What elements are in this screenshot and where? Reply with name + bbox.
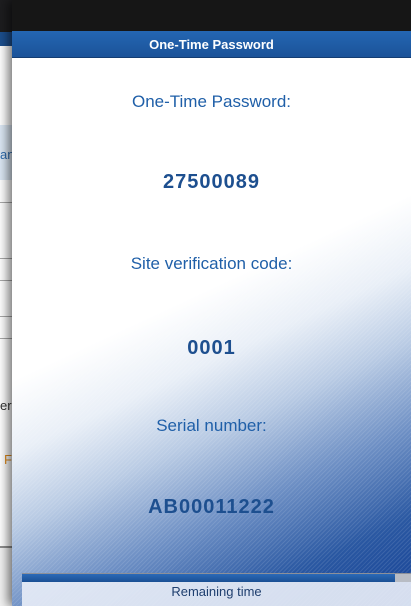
background-divider: [0, 280, 12, 281]
background-bottom-bar: [0, 548, 12, 606]
remaining-time-label: Remaining time: [22, 582, 411, 606]
remaining-time-progress: [22, 573, 411, 582]
site-code-value: 0001: [187, 337, 236, 359]
otp-header-title: One-Time Password: [149, 37, 274, 52]
background-divider: [0, 258, 12, 259]
background-row-label: an: [0, 147, 12, 162]
otp-header: One-Time Password: [12, 31, 411, 58]
remaining-time-progress-fill: [22, 574, 396, 582]
background-divider: [0, 338, 12, 339]
otp-window-title-bar: [12, 0, 411, 31]
otp-body: One-Time Password: 27500089 Site verific…: [12, 58, 411, 606]
serial-number-label: Serial number:: [156, 416, 267, 435]
screen: an er r F One-Time Password One-Time Pas…: [0, 0, 411, 606]
password-value: 27500089: [163, 171, 260, 193]
background-divider: [0, 316, 12, 317]
otp-window: One-Time Password One-Time Password: 275…: [12, 0, 411, 606]
serial-number-value: AB00011222: [148, 496, 275, 518]
site-code-label: Site verification code:: [130, 254, 293, 273]
password-label: One-Time Password:: [131, 92, 292, 111]
background-link-fragment[interactable]: F: [0, 452, 12, 467]
background-text-fragment: er r: [0, 398, 12, 413]
background-divider: [0, 202, 12, 203]
